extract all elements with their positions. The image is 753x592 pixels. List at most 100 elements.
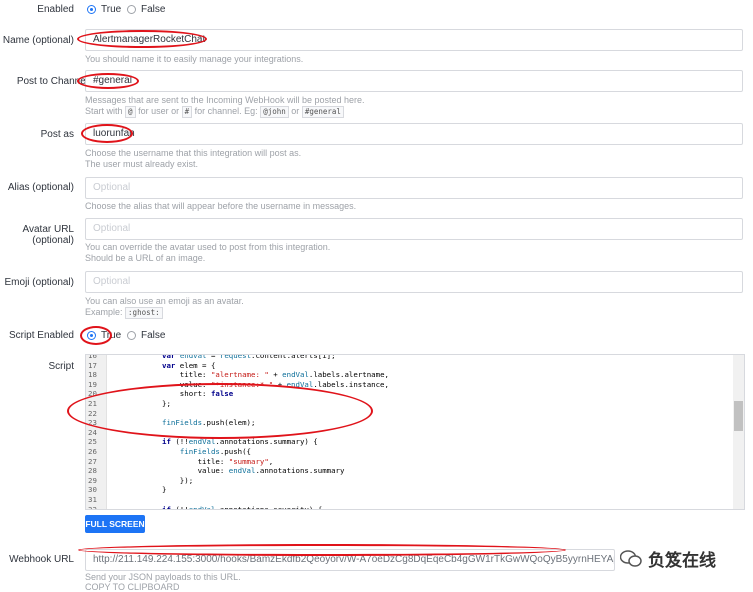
line-code: var endVal = request.content.alerts[i];	[162, 354, 336, 360]
channel-help-1: Messages that are sent to the Incoming W…	[85, 95, 365, 105]
editor-scrollbar[interactable]	[733, 355, 744, 509]
emoji-help-1: You can also use an emoji as an avatar.	[85, 296, 244, 306]
line-code: if (!!endVal.annotations.summary) {	[162, 437, 318, 447]
post-as-input[interactable]: luorunfan	[85, 123, 743, 145]
avatar-help-1: You can override the avatar used to post…	[85, 242, 331, 252]
chip-ghost: :ghost:	[125, 307, 163, 319]
script-enabled-true-radio[interactable]: True	[87, 330, 121, 341]
enabled-true-radio[interactable]: True	[87, 4, 121, 15]
line-number: 29	[88, 475, 97, 485]
avatar-input[interactable]: Optional	[85, 218, 743, 240]
line-number: 28	[88, 466, 97, 476]
line-number: 21	[88, 399, 97, 408]
script-editor[interactable]: 16 var endVal = request.content.alerts[i]…	[85, 354, 745, 510]
chip-at: @	[125, 106, 136, 118]
watermark: 负笈在线	[620, 546, 716, 571]
line-code: finFields.push(elem);	[162, 418, 256, 428]
line-number: 18	[88, 370, 97, 380]
alias-input[interactable]: Optional	[85, 177, 743, 199]
channel-help-2: Start with @ for user or # for channel. …	[85, 106, 344, 118]
line-number: 24	[88, 427, 97, 437]
line-code: short: false	[162, 389, 234, 399]
line-number: 31	[88, 495, 97, 504]
enabled-false-radio[interactable]: False	[127, 4, 165, 15]
line-code: }	[162, 485, 167, 495]
code-line: 23 finFields.push(elem);	[86, 418, 734, 428]
script-enabled-false-radio[interactable]: False	[127, 330, 165, 341]
line-number: 30	[88, 485, 97, 495]
line-number: 19	[88, 379, 97, 389]
avatar-help-2: Should be a URL of an image.	[85, 253, 206, 263]
alias-label: Alias (optional)	[7, 182, 74, 193]
line-code: });	[162, 475, 194, 485]
enabled-label: Enabled	[37, 4, 74, 15]
code-line: 29 });	[86, 476, 734, 486]
line-number: 27	[88, 456, 97, 466]
post-as-help-2: The user must already exist.	[85, 159, 199, 169]
emoji-help-2: Example: :ghost:	[85, 307, 163, 319]
channel-help-or: or	[291, 106, 300, 116]
script-enabled-label: Script Enabled	[8, 330, 74, 341]
code-line: 24	[86, 428, 734, 438]
avatar-label: Avatar URL (optional)	[22, 224, 74, 246]
line-code: value: endVal.annotations.summary	[162, 466, 345, 476]
code-line: 22	[86, 409, 734, 419]
chip-general: #general	[301, 106, 344, 118]
line-number: 23	[88, 418, 97, 428]
enabled-true-label: True	[101, 4, 122, 15]
line-number: 25	[88, 437, 97, 447]
post-as-help-1: Choose the username that this integratio…	[85, 148, 302, 158]
channel-input[interactable]: #general	[85, 70, 743, 92]
line-code: var elem = {	[162, 360, 216, 370]
chip-hash: #	[181, 106, 193, 118]
enabled-false-label: False	[141, 4, 166, 15]
channel-help-mid2: for channel. Eg:	[194, 106, 258, 116]
line-number: 20	[88, 389, 97, 399]
radio-unchecked-icon	[127, 5, 136, 14]
full-screen-button[interactable]: FULL SCREEN	[85, 515, 145, 533]
scrollbar-thumb[interactable]	[734, 401, 743, 431]
code-line: 18 title: "alertname: " + endVal.labels.…	[86, 370, 734, 380]
code-line: 16 var endVal = request.content.alerts[i]…	[86, 354, 734, 361]
line-number: 32	[88, 504, 97, 510]
name-input[interactable]: AlertmanagerRocketChat	[85, 29, 743, 51]
line-number: 16	[88, 354, 97, 360]
code-line: 25 if (!!endVal.annotations.summary) {	[86, 437, 734, 447]
code-line: 26 finFields.push({	[86, 447, 734, 457]
chip-john: @john	[260, 106, 289, 118]
emoji-input[interactable]: Optional	[85, 271, 743, 293]
line-number: 26	[88, 447, 97, 456]
code-line: 20 short: false	[86, 389, 734, 399]
emoji-label: Emoji (optional)	[4, 277, 74, 288]
line-code: };	[162, 399, 171, 408]
code-line: 31	[86, 495, 734, 505]
radio-checked-icon	[87, 331, 96, 340]
line-code: title: "alertname: " + endVal.labels.ale…	[162, 370, 389, 380]
radio-checked-icon	[87, 5, 96, 14]
watermark-text: 负笈在线	[648, 551, 716, 570]
webhook-help-1: Send your JSON payloads to this URL.	[85, 572, 241, 582]
copy-to-clipboard-link[interactable]: COPY TO CLIPBOARD	[85, 582, 180, 592]
wechat-icon	[620, 549, 642, 567]
code-line: 17 var elem = {	[86, 361, 734, 371]
line-number: 22	[88, 408, 97, 418]
webhook-url-input[interactable]: http://211.149.224.155:3000/hooks/BamzEk…	[85, 549, 615, 571]
name-label: Name (optional)	[2, 35, 74, 46]
channel-help-mid1: for user or	[138, 106, 180, 116]
radio-unchecked-icon	[127, 331, 136, 340]
line-code: if (!!endVal.annotations.severity) {	[162, 504, 323, 510]
alias-help: Choose the alias that will appear before…	[85, 201, 357, 211]
line-code: finFields.push({	[179, 447, 252, 456]
code-line: 19 value: "*instance:* " + endVal.labels…	[86, 380, 734, 390]
line-number: 17	[88, 360, 97, 370]
post-as-label: Post as	[40, 129, 74, 140]
code-line: 27 title: "summary",	[86, 457, 734, 467]
webhook-label: Webhook URL	[9, 554, 74, 565]
code-line: 21};	[86, 399, 734, 409]
code-line: 30}	[86, 485, 734, 495]
script-enabled-false-label: False	[141, 330, 166, 341]
code-line: 32 if (!!endVal.annotations.severity) {	[86, 504, 734, 510]
